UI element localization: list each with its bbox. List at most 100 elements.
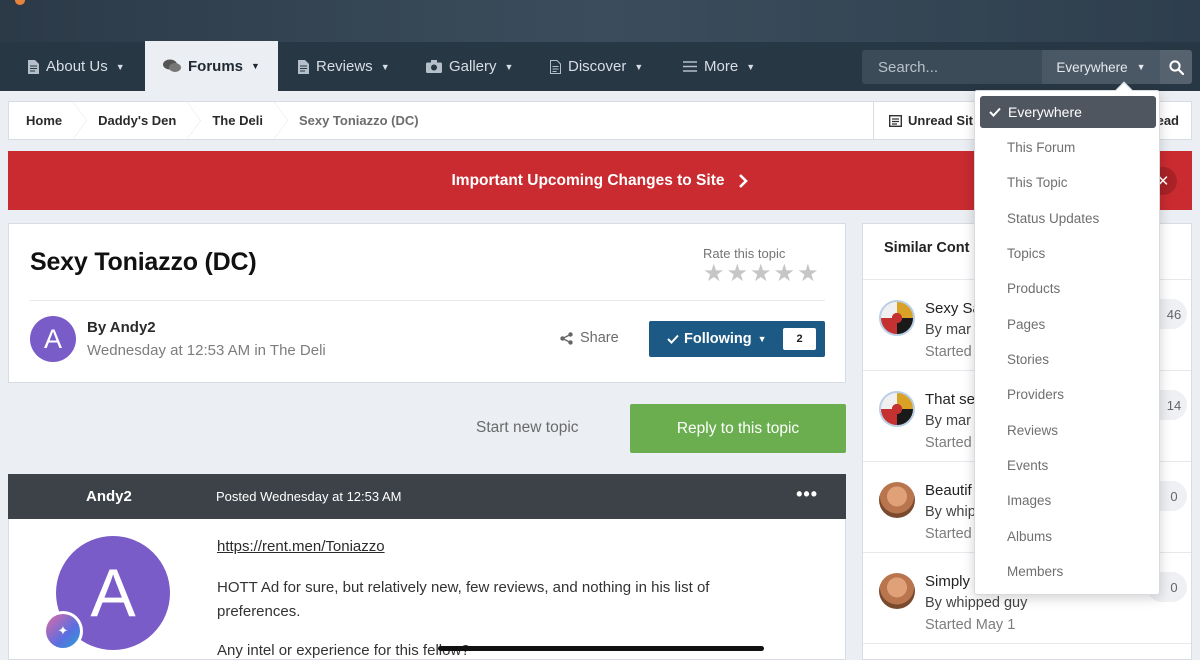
similar-topic-started: Started [925, 526, 972, 542]
nav-label: Forums [188, 57, 244, 75]
search-scope-label: Everywhere [1056, 59, 1128, 75]
similar-topic-author: By mar [925, 322, 971, 338]
scope-option-members[interactable]: Members [980, 555, 1156, 587]
avatar[interactable] [879, 573, 915, 609]
post-body: A ✦ https://rent.men/Toniazzo HOTT Ad fo… [8, 519, 846, 660]
breadcrumb-label: Daddy's Den [98, 113, 177, 128]
widget-title: Similar Cont [884, 240, 970, 256]
document-outline-icon [550, 59, 561, 74]
checkmark-icon [989, 107, 1001, 117]
post-paragraph: HOTT Ad for sure, but relatively new, fe… [217, 579, 710, 620]
nav-forums[interactable]: Forums ▼ [145, 41, 278, 91]
caret-down-icon: ▼ [380, 61, 390, 72]
scope-option-everywhere[interactable]: Everywhere [980, 96, 1156, 128]
breadcrumb-the-deli[interactable]: The Deli [194, 102, 288, 139]
scope-option-reviews[interactable]: Reviews [980, 414, 1156, 446]
scope-option-events[interactable]: Events [980, 449, 1156, 481]
scope-option-images[interactable]: Images [980, 484, 1156, 516]
scope-option-this-topic[interactable]: This Topic [980, 166, 1156, 198]
search-icon [1168, 59, 1184, 75]
camera-icon [426, 60, 442, 73]
star-icon[interactable]: ★ [727, 262, 749, 286]
star-icon[interactable]: ★ [703, 262, 725, 286]
scope-option-label: Everywhere [1008, 104, 1082, 120]
caret-down-icon: ▼ [1136, 62, 1146, 72]
similar-topic-author: By whipped guy [925, 595, 1028, 611]
breadcrumb-label: The Deli [212, 113, 263, 128]
nav-more[interactable]: More ▼ [683, 42, 755, 91]
scope-option-stories[interactable]: Stories [980, 343, 1156, 375]
search-box: Everywhere ▼ [862, 50, 1192, 84]
breadcrumb-label: Home [26, 113, 63, 128]
share-icon [560, 331, 573, 345]
following-button[interactable]: Following ▼ 2 [649, 321, 825, 357]
nav-label: Gallery [449, 58, 497, 75]
star-icon[interactable]: ★ [774, 262, 796, 286]
caret-down-icon: ▼ [634, 61, 644, 72]
similar-topic-title[interactable]: Sexy Sa [925, 300, 981, 317]
star-icon[interactable]: ★ [797, 262, 819, 286]
share-button[interactable]: Share [560, 330, 619, 346]
follower-count-badge: 2 [783, 328, 816, 350]
topic-author[interactable]: By Andy2 [87, 319, 156, 336]
checkmark-icon [667, 334, 679, 344]
nav-label: Discover [568, 58, 627, 75]
home-indicator-bar [438, 646, 764, 651]
following-label: Following [684, 331, 752, 347]
scope-option-pages[interactable]: Pages [980, 308, 1156, 340]
avatar[interactable] [879, 300, 915, 336]
divider [30, 300, 825, 301]
rating-stars[interactable]: ★ ★ ★ ★ ★ [703, 262, 819, 286]
avatar[interactable]: A [30, 316, 76, 362]
caret-down-icon: ▼ [115, 61, 125, 72]
site-header-banner [0, 0, 1200, 42]
document-icon [298, 59, 309, 74]
search-button[interactable] [1160, 50, 1192, 84]
nav-about-us[interactable]: About Us ▼ [28, 42, 125, 91]
scope-option-albums[interactable]: Albums [980, 520, 1156, 552]
caret-down-icon: ▼ [757, 334, 767, 344]
breadcrumb-home[interactable]: Home [9, 102, 88, 139]
scope-option-topics[interactable]: Topics [980, 237, 1156, 269]
breadcrumb-daddys-den[interactable]: Daddy's Den [80, 102, 202, 139]
similar-topic-started: Started [925, 344, 972, 360]
start-new-topic-button[interactable]: Start new topic [476, 419, 579, 437]
similar-topic-title[interactable]: Beautif [925, 482, 972, 499]
banner-logo-dot [15, 0, 25, 5]
rate-topic-label: Rate this topic [703, 246, 786, 261]
breadcrumb-current-topic: Sexy Toniazzo (DC) [281, 102, 437, 139]
nav-reviews[interactable]: Reviews ▼ [298, 42, 390, 91]
post-external-link[interactable]: https://rent.men/Toniazzo [217, 538, 385, 555]
document-icon [28, 59, 39, 74]
reply-to-topic-button[interactable]: Reply to this topic [630, 404, 846, 453]
similar-topic-title[interactable]: That se [925, 391, 975, 408]
nav-gallery[interactable]: Gallery ▼ [426, 42, 513, 91]
nav-discover[interactable]: Discover ▼ [550, 42, 643, 91]
share-label: Share [580, 330, 619, 346]
similar-topic-author: By whip [925, 504, 976, 520]
avatar[interactable] [879, 482, 915, 518]
caret-down-icon: ▼ [504, 61, 514, 72]
scope-option-providers[interactable]: Providers [980, 378, 1156, 410]
post-date: Posted Wednesday at 12:53 AM [216, 489, 402, 504]
topic-header-card: Sexy Toniazzo (DC) Rate this topic ★ ★ ★… [8, 223, 846, 383]
scope-option-products[interactable]: Products [980, 272, 1156, 304]
post-author-name[interactable]: Andy2 [86, 488, 132, 505]
announcement-text: Important Upcoming Changes to Site [451, 171, 725, 189]
scope-option-status-updates[interactable]: Status Updates [980, 202, 1156, 234]
nav-label: About Us [46, 58, 108, 75]
search-scope-select[interactable]: Everywhere ▼ [1042, 50, 1160, 84]
post-options-menu[interactable]: ••• [796, 484, 818, 505]
topic-meta: Wednesday at 12:53 AM in The Deli [87, 342, 326, 359]
similar-topic-author: By mar [925, 413, 971, 429]
similar-topic-title[interactable]: Simply [925, 573, 970, 590]
scope-option-this-forum[interactable]: This Forum [980, 131, 1156, 163]
caret-down-icon: ▼ [251, 61, 260, 71]
menu-icon [683, 61, 697, 72]
search-input[interactable] [862, 50, 1042, 84]
star-icon[interactable]: ★ [750, 262, 772, 286]
avatar[interactable] [879, 391, 915, 427]
nav-label: Reviews [316, 58, 373, 75]
similar-topic-started: Started [925, 435, 972, 451]
page-title: Sexy Toniazzo (DC) [30, 248, 257, 276]
